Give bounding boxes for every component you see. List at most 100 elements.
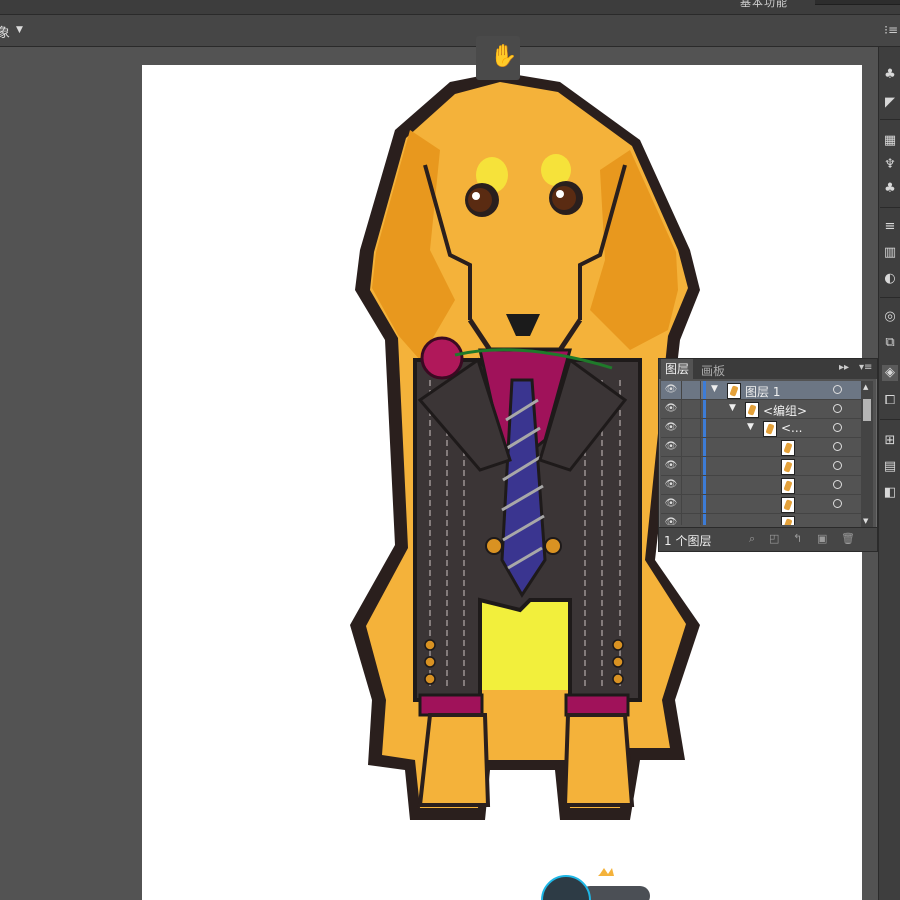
lock-toggle[interactable] <box>681 457 701 475</box>
visibility-eye-icon[interactable]: 👁 <box>663 440 679 454</box>
application-bar: 基本功能 <box>0 0 900 15</box>
pathfinder-icon[interactable]: ▤ <box>882 459 898 475</box>
target-circle-icon[interactable] <box>833 423 842 432</box>
control-bar-menu-icon[interactable]: ⁝≡ <box>884 23 898 37</box>
align-icon[interactable]: ⊞ <box>882 433 898 449</box>
layer-row[interactable]: 👁 ▼ <... <box>661 419 861 438</box>
symbols-icon[interactable]: ♣ <box>882 181 898 197</box>
layer-row[interactable]: 👁 ▼ <编组> <box>661 400 861 419</box>
lock-toggle[interactable] <box>681 495 701 513</box>
expand-triangle-icon[interactable]: ▼ <box>747 422 754 432</box>
layers-list: 👁 ▼ 图层 1 👁 ▼ <编组> 👁 ▼ <... 👁 👁 👁 👁 👁 <box>661 381 861 525</box>
control-bar: 象 ▼ ⁝≡ <box>0 15 900 47</box>
layer-row[interactable]: 👁 <box>661 495 861 514</box>
make-clipping-mask-icon[interactable]: ◰ <box>769 532 779 545</box>
layers-panel-footer: 1 个图层 ⌕ ◰ ↰ ▣ 🗑 <box>659 527 877 551</box>
layer-color-bar <box>703 457 706 475</box>
tab-layers[interactable]: 图层 <box>661 359 694 379</box>
panel-menu-icon[interactable]: ▾≡ <box>859 362 872 373</box>
paw-left <box>417 713 491 807</box>
collapse-panel-icon[interactable]: ▸▸ <box>839 362 849 373</box>
graphic-styles-icon[interactable]: ◎ <box>882 309 898 325</box>
locate-object-icon[interactable]: ⌕ <box>749 532 755 546</box>
new-layer-icon[interactable]: ▣ <box>817 532 827 545</box>
transform-icon[interactable]: ⧠ <box>882 393 898 409</box>
jacket-button-left <box>485 537 503 555</box>
layer-thumbnail <box>727 383 741 399</box>
target-circle-icon[interactable] <box>833 385 842 394</box>
selection-type-label: 象 <box>0 26 11 41</box>
visibility-eye-icon[interactable]: 👁 <box>663 459 679 473</box>
layer-thumbnail <box>781 459 795 475</box>
layers-icon[interactable]: ◈ <box>882 365 898 381</box>
scroll-down-icon[interactable]: ▼ <box>863 517 868 525</box>
target-circle-icon[interactable] <box>833 461 842 470</box>
layer-thumbnail <box>763 421 777 437</box>
layer-count: 1 个图层 <box>664 534 712 548</box>
visibility-eye-icon[interactable]: 👁 <box>663 402 679 416</box>
layer-color-bar <box>703 381 706 399</box>
visibility-eye-icon[interactable]: 👁 <box>663 421 679 435</box>
workspace-switcher[interactable]: 基本功能 <box>740 0 788 10</box>
stroke-icon[interactable]: ≡ <box>882 219 898 235</box>
jacket-button-right <box>544 537 562 555</box>
expand-triangle-icon[interactable]: ▼ <box>729 403 736 413</box>
move-cursor: ✋ <box>476 36 520 80</box>
layer-name[interactable]: <编组> <box>763 402 807 419</box>
panel-dock: ♣ ◤ ▦ ♆ ♣ ≡ ▥ ◐ ◎ ⧉ ◈ ⧠ ⊞ ▤ ◧ <box>878 47 900 900</box>
layers-scrollbar[interactable]: ▲ ▼ <box>861 381 873 527</box>
swatches-icon[interactable]: ▦ <box>882 133 898 149</box>
transparency-icon[interactable]: ▥ <box>882 245 898 261</box>
brushes-icon[interactable]: ♆ <box>882 157 898 173</box>
lock-toggle[interactable] <box>681 419 701 437</box>
appearance-icon[interactable]: ◐ <box>882 271 898 287</box>
layers-panel-tabs: 图层 画板 ▸▸ ▾≡ <box>659 359 877 379</box>
layer-color-bar <box>703 495 706 513</box>
expand-triangle-icon[interactable]: ▼ <box>711 384 718 394</box>
target-circle-icon[interactable] <box>833 404 842 413</box>
layer-row[interactable]: 👁 ▼ 图层 1 <box>661 381 861 400</box>
layer-row[interactable]: 👁 <box>661 438 861 457</box>
lock-toggle[interactable] <box>681 514 701 525</box>
tab-artboards[interactable]: 画板 <box>697 362 729 379</box>
network-speed-widget <box>541 868 650 900</box>
target-circle-icon[interactable] <box>833 480 842 489</box>
visibility-eye-icon[interactable]: 👁 <box>663 497 679 511</box>
layer-row[interactable]: 👁 <box>661 514 861 525</box>
lock-toggle[interactable] <box>681 476 701 494</box>
lock-toggle[interactable] <box>681 438 701 456</box>
target-circle-icon[interactable] <box>833 442 842 451</box>
layer-color-bar <box>703 476 706 494</box>
layer-color-bar <box>703 400 706 418</box>
rose <box>420 336 464 380</box>
layer-thumbnail <box>781 516 795 525</box>
artboards-icon[interactable]: ⧉ <box>882 335 898 351</box>
search-box[interactable] <box>815 0 900 5</box>
color-icon[interactable]: ♣ <box>882 67 898 83</box>
layer-row[interactable]: 👁 <box>661 457 861 476</box>
layer-name[interactable]: 图层 1 <box>745 383 780 400</box>
layer-name[interactable]: <... <box>781 421 803 435</box>
cuff-left <box>418 693 484 717</box>
navigator-icon[interactable]: ◧ <box>882 485 898 501</box>
layer-thumbnail <box>781 497 795 513</box>
cuff-right <box>564 693 630 717</box>
layer-color-bar <box>703 438 706 456</box>
paw-right <box>562 713 635 807</box>
scroll-up-icon[interactable]: ▲ <box>863 383 868 391</box>
layers-panel: 图层 画板 ▸▸ ▾≡ 👁 ▼ 图层 1 👁 ▼ <编组> 👁 ▼ <... 👁… <box>658 358 878 552</box>
scrollbar-thumb[interactable] <box>863 399 871 421</box>
visibility-eye-icon[interactable]: 👁 <box>663 478 679 492</box>
target-circle-icon[interactable] <box>833 499 842 508</box>
chevron-down-icon[interactable]: ▼ <box>16 25 23 35</box>
lock-toggle[interactable] <box>681 381 701 399</box>
layer-color-bar <box>703 419 706 437</box>
gradient-icon[interactable]: ◤ <box>882 95 898 111</box>
delete-layer-icon[interactable]: 🗑 <box>841 532 855 545</box>
visibility-eye-icon[interactable]: 👁 <box>663 516 679 525</box>
layer-thumbnail <box>781 478 795 494</box>
layer-row[interactable]: 👁 <box>661 476 861 495</box>
new-sublayer-icon[interactable]: ↰ <box>793 532 802 545</box>
visibility-eye-icon[interactable]: 👁 <box>663 383 679 397</box>
lock-toggle[interactable] <box>681 400 701 418</box>
